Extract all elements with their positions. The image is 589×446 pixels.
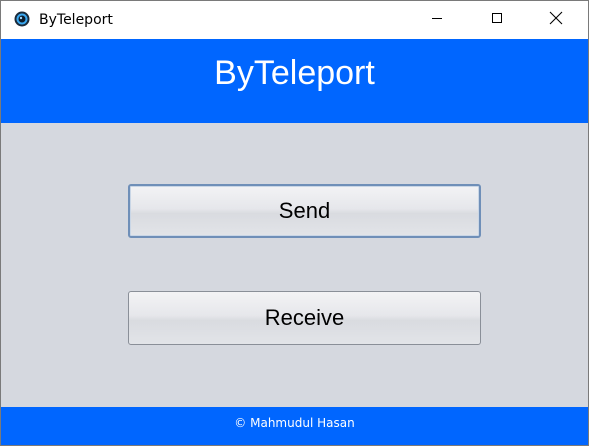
close-icon bbox=[549, 11, 563, 30]
receive-button[interactable]: Receive bbox=[128, 291, 481, 345]
app-window: ByTeleport ByTeleport Send Receive © Mah… bbox=[0, 0, 589, 446]
minimize-icon bbox=[431, 11, 443, 29]
minimize-button[interactable] bbox=[414, 1, 460, 39]
maximize-button[interactable] bbox=[474, 1, 520, 39]
app-footer: © Mahmudul Hasan bbox=[1, 407, 588, 445]
send-button[interactable]: Send bbox=[128, 184, 481, 238]
close-button[interactable] bbox=[533, 1, 579, 39]
window-title: ByTeleport bbox=[39, 12, 113, 28]
app-header: ByTeleport bbox=[1, 39, 588, 123]
maximize-icon bbox=[491, 11, 503, 29]
title-bar[interactable]: ByTeleport bbox=[1, 1, 588, 39]
app-logo-icon bbox=[14, 11, 30, 27]
main-content: Send Receive bbox=[1, 123, 588, 407]
footer-copyright: © Mahmudul Hasan bbox=[234, 416, 355, 430]
header-title: ByTeleport bbox=[214, 53, 375, 92]
